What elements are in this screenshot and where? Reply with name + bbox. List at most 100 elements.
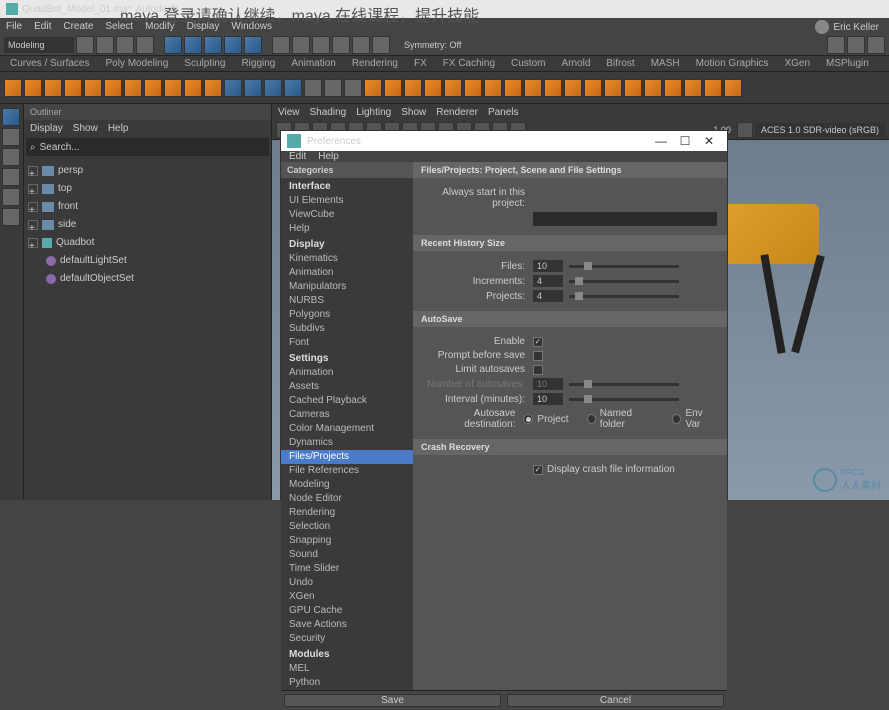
dest-env-radio[interactable]: [672, 414, 681, 424]
shelf-tab[interactable]: Curves / Surfaces: [6, 58, 93, 69]
category-item[interactable]: Modules: [281, 646, 413, 662]
tool-icon[interactable]: [164, 36, 182, 54]
tool-icon[interactable]: [116, 36, 134, 54]
shelf-tab[interactable]: Animation: [287, 58, 339, 69]
shelf-icon[interactable]: [564, 79, 582, 97]
outliner-menu-display[interactable]: Display: [30, 123, 63, 134]
category-item[interactable]: Display: [281, 236, 413, 252]
tool-icon[interactable]: [827, 36, 845, 54]
prefs-menu-edit[interactable]: Edit: [289, 151, 306, 162]
category-item[interactable]: Manipulators: [281, 280, 413, 294]
vp-menu-lighting[interactable]: Lighting: [356, 107, 391, 118]
shelf-tab[interactable]: Sculpting: [180, 58, 229, 69]
category-item[interactable]: Files/Projects: [281, 450, 413, 464]
tool-icon[interactable]: [272, 36, 290, 54]
outliner-item[interactable]: +persp: [28, 162, 267, 180]
shelf-icon[interactable]: [64, 79, 82, 97]
shelf-icon[interactable]: [84, 79, 102, 97]
outliner-menu-show[interactable]: Show: [73, 123, 98, 134]
category-item[interactable]: Selection: [281, 520, 413, 534]
category-item[interactable]: Rendering: [281, 506, 413, 520]
category-item[interactable]: Time Slider: [281, 562, 413, 576]
interval-input[interactable]: 10: [533, 393, 563, 405]
increments-slider[interactable]: [569, 280, 679, 283]
expand-icon[interactable]: +: [28, 220, 38, 230]
menu-create[interactable]: Create: [63, 21, 93, 32]
project-path-input[interactable]: [533, 212, 717, 226]
tool-icon[interactable]: [184, 36, 202, 54]
shelf-icon[interactable]: [144, 79, 162, 97]
category-item[interactable]: Animation: [281, 366, 413, 380]
shelf-icon[interactable]: [284, 79, 302, 97]
outliner-item[interactable]: defaultObjectSet: [28, 270, 267, 288]
shelf-tab[interactable]: Bifrost: [602, 58, 638, 69]
shelf-icon[interactable]: [604, 79, 622, 97]
shelf-icon[interactable]: [424, 79, 442, 97]
outliner-item[interactable]: defaultLightSet: [28, 252, 267, 270]
shelf-icon[interactable]: [464, 79, 482, 97]
prefs-menu-help[interactable]: Help: [318, 151, 339, 162]
tool-icon[interactable]: [76, 36, 94, 54]
shelf-tab[interactable]: Rendering: [348, 58, 402, 69]
tool-icon[interactable]: [136, 36, 154, 54]
category-item[interactable]: Cameras: [281, 408, 413, 422]
category-item[interactable]: Cached Playback: [281, 394, 413, 408]
tool-icon[interactable]: [244, 36, 262, 54]
category-item[interactable]: Snapping: [281, 534, 413, 548]
category-item[interactable]: Subdivs: [281, 322, 413, 336]
category-item[interactable]: File References: [281, 464, 413, 478]
category-item[interactable]: Sound: [281, 548, 413, 562]
vp-menu-view[interactable]: View: [278, 107, 300, 118]
shelf-icon[interactable]: [364, 79, 382, 97]
shelf-tab[interactable]: FX: [410, 58, 431, 69]
shelf-tab[interactable]: FX Caching: [439, 58, 499, 69]
lasso-tool-icon[interactable]: [2, 128, 20, 146]
shelf-icon[interactable]: [224, 79, 242, 97]
shelf-icon[interactable]: [104, 79, 122, 97]
shelf-tab[interactable]: Poly Modeling: [101, 58, 172, 69]
vp-menu-show[interactable]: Show: [401, 107, 426, 118]
vp-tool-icon[interactable]: [737, 122, 753, 138]
shelf-icon[interactable]: [204, 79, 222, 97]
shelf-icon[interactable]: [404, 79, 422, 97]
maximize-button[interactable]: ☐: [673, 131, 697, 151]
user-account[interactable]: Eric Keller: [815, 20, 879, 34]
category-item[interactable]: ViewCube: [281, 208, 413, 222]
limit-checkbox[interactable]: [533, 365, 543, 375]
menu-file[interactable]: File: [6, 21, 22, 32]
tool-icon[interactable]: [352, 36, 370, 54]
crash-checkbox[interactable]: ✓: [533, 465, 543, 475]
shelf-icon[interactable]: [644, 79, 662, 97]
shelf-icon[interactable]: [124, 79, 142, 97]
category-item[interactable]: Modeling: [281, 478, 413, 492]
menuset-dropdown[interactable]: Modeling: [4, 37, 74, 53]
expand-icon[interactable]: +: [28, 166, 38, 176]
vp-menu-shading[interactable]: Shading: [310, 107, 347, 118]
shelf-icon[interactable]: [344, 79, 362, 97]
select-tool-icon[interactable]: [2, 108, 20, 126]
category-item[interactable]: Polygons: [281, 308, 413, 322]
vp-menu-renderer[interactable]: Renderer: [436, 107, 478, 118]
shelf-icon[interactable]: [544, 79, 562, 97]
category-item[interactable]: Animation: [281, 266, 413, 280]
expand-icon[interactable]: +: [28, 238, 38, 248]
outliner-menu-help[interactable]: Help: [108, 123, 129, 134]
shelf-icon[interactable]: [164, 79, 182, 97]
tool-icon[interactable]: [96, 36, 114, 54]
projects-input[interactable]: 4: [533, 290, 563, 302]
outliner-item[interactable]: +front: [28, 198, 267, 216]
shelf-icon[interactable]: [684, 79, 702, 97]
tool-icon[interactable]: [292, 36, 310, 54]
numsaves-input[interactable]: 10: [533, 378, 563, 390]
category-item[interactable]: Settings: [281, 350, 413, 366]
tool-icon[interactable]: [847, 36, 865, 54]
colorspace-display[interactable]: ACES 1.0 SDR-video (sRGB): [755, 123, 885, 137]
projects-slider[interactable]: [569, 295, 679, 298]
outliner-item[interactable]: +side: [28, 216, 267, 234]
shelf-icon[interactable]: [624, 79, 642, 97]
category-item[interactable]: Node Editor: [281, 492, 413, 506]
expand-icon[interactable]: +: [28, 202, 38, 212]
category-item[interactable]: MEL: [281, 662, 413, 676]
category-item[interactable]: Security: [281, 632, 413, 646]
category-item[interactable]: UI Elements: [281, 194, 413, 208]
